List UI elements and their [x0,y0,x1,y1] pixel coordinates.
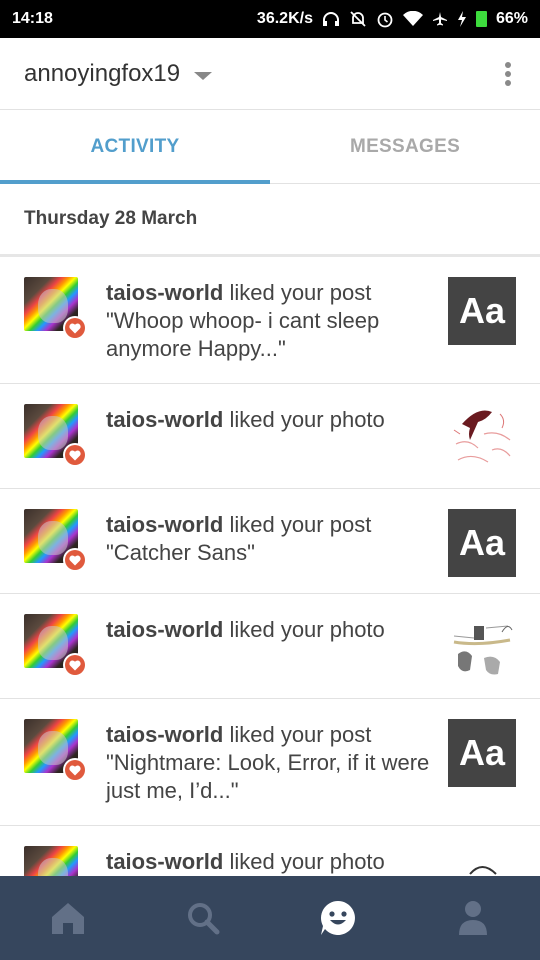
avatar[interactable] [24,719,87,782]
account-header: annoyingfox19 [0,38,540,110]
dot-icon [505,70,511,77]
activity-text: taios-world liked your post "Whoop whoop… [106,279,448,363]
activity-text: taios-world liked your post "Catcher San… [106,511,448,567]
photo-thumbnail[interactable] [448,614,516,682]
charging-icon [457,11,467,27]
list-item[interactable]: taios-world liked your post "Nightmare: … [0,699,540,826]
activity-list: taios-world liked your post "Whoop whoop… [0,257,540,876]
activity-action: liked your photo [223,849,385,874]
alarm-icon [376,10,394,28]
tab-messages[interactable]: MESSAGES [270,110,540,183]
activity-action: liked your photo [223,617,385,642]
text-post-thumbnail[interactable]: Aa [448,509,516,577]
status-bar: 14:18 36.2K/s 66% [0,0,540,38]
heart-icon [63,443,87,467]
avatar-image [24,846,78,876]
heart-icon [63,758,87,782]
heart-icon [63,548,87,572]
username-link[interactable]: taios-world [106,280,223,305]
list-item[interactable]: taios-world liked your post "Catcher San… [0,489,540,594]
username-link[interactable]: taios-world [106,849,223,874]
status-time: 14:18 [12,10,53,27]
date-header: Thursday 28 March [0,184,540,257]
account-name: annoyingfox19 [24,59,181,87]
tab-bar: ACTIVITY MESSAGES [0,110,540,184]
sketch-image [448,846,516,876]
photo-thumbnail[interactable] [448,846,516,876]
person-icon [458,901,487,935]
activity-text: taios-world liked your photo [106,616,448,644]
battery-percent: 66% [495,10,528,27]
tab-activity[interactable]: ACTIVITY [0,110,270,184]
username-link[interactable]: taios-world [106,617,223,642]
activity-text: taios-world liked your post "Nightmare: … [106,721,448,805]
username-link[interactable]: taios-world [106,512,223,537]
wifi-icon [402,11,423,27]
photo-thumbnail[interactable] [448,404,516,472]
network-speed: 36.2K/s [256,10,313,27]
text-post-thumbnail[interactable]: Aa [448,719,516,787]
avatar[interactable] [24,509,87,572]
activity-text: taios-world liked your photo [106,848,448,876]
username-link[interactable]: taios-world [106,722,223,747]
dot-icon [505,61,511,68]
text-post-thumbnail[interactable]: Aa [448,277,516,345]
activity-action: liked your post [223,722,372,747]
activity-action: liked your post [223,512,372,537]
username-link[interactable]: taios-world [106,407,223,432]
chevron-down-icon [194,71,213,80]
bottom-nav [0,876,540,960]
bell-off-icon [349,10,367,28]
avatar[interactable] [24,404,87,467]
sketch-image [448,614,516,682]
list-item[interactable]: taios-world liked your photo [0,826,540,876]
nav-account-button[interactable] [405,876,540,960]
dot-icon [505,79,511,86]
airplane-icon [432,11,448,27]
smiley-chat-icon [320,901,355,935]
list-item[interactable]: taios-world liked your post "Whoop whoop… [0,257,540,384]
nav-search-button[interactable] [135,876,270,960]
battery-icon [475,11,487,27]
activity-text: taios-world liked your photo [106,406,448,434]
home-icon [51,903,84,934]
account-switcher[interactable]: annoyingfox19 [24,59,213,88]
activity-action: liked your post [223,280,372,305]
search-icon [187,903,219,935]
nav-home-button[interactable] [0,876,135,960]
activity-action: liked your photo [223,407,385,432]
headphones-icon [322,11,340,27]
avatar[interactable] [24,846,78,876]
list-item[interactable]: taios-world liked your photo [0,594,540,699]
avatar[interactable] [24,277,87,340]
post-excerpt: "Catcher Sans" [106,540,255,565]
avatar[interactable] [24,614,87,677]
post-excerpt: "Nightmare: Look, Error, if it were just… [106,750,430,803]
sketch-image [448,404,516,472]
more-options-button[interactable] [500,59,516,89]
nav-activity-button[interactable] [270,876,405,960]
post-excerpt: "Whoop whoop- i cant sleep anymore Happy… [106,308,380,361]
list-item[interactable]: taios-world liked your photo [0,384,540,489]
heart-icon [63,653,87,677]
heart-icon [63,316,87,340]
